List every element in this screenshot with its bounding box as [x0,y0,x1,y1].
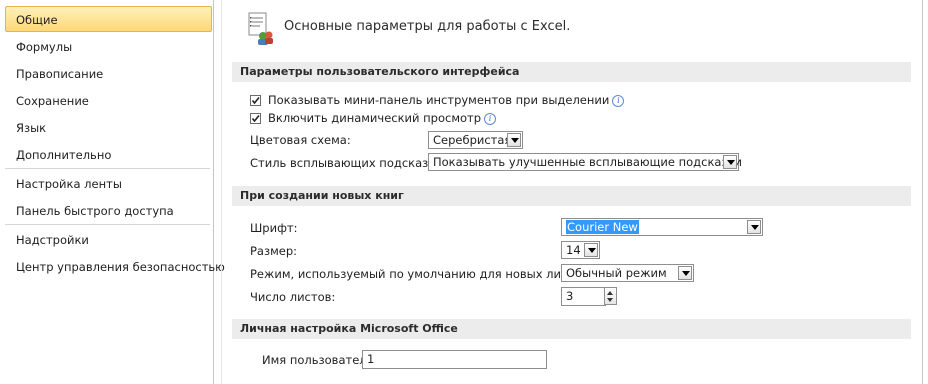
size-label: Размер: [250,244,298,258]
font-label: Шрифт: [250,221,298,235]
sidebar-item-customize-ribbon[interactable]: Настройка ленты [16,174,122,194]
live-preview-label: Включить динамический просмотр [268,111,482,125]
sheets-count-stepper[interactable] [604,287,617,305]
info-icon[interactable]: i [612,95,625,107]
size-value: 14 [566,243,581,257]
sidebar-item-advanced[interactable]: Дополнительно [16,145,111,165]
sidebar-divider [5,168,210,169]
sheets-count-label: Число листов: [250,290,336,304]
mini-toolbar-checkbox[interactable] [250,95,261,106]
sidebar-item-save[interactable]: Сохранение [16,91,89,111]
section-header-ui-options: Параметры пользовательского интерфейса [232,62,911,82]
options-sidebar: Общие Формулы Правописание Сохранение Яз… [0,0,225,384]
live-preview-option[interactable]: Включить динамический просмотр i [268,111,497,125]
font-value: Courier New [566,220,639,234]
tooltip-style-label: Стиль всплывающих подсказок: [250,156,447,170]
chevron-down-icon[interactable] [747,220,761,234]
chevron-down-icon[interactable] [584,243,598,257]
chevron-down-icon[interactable] [678,266,692,280]
sheets-count-input[interactable]: 3 [561,287,606,306]
live-preview-checkbox[interactable] [250,113,261,124]
mini-toolbar-option[interactable]: Показывать мини-панель инструментов при … [268,93,625,107]
chevron-down-icon[interactable] [507,133,521,147]
view-mode-value: Обычный режим [566,266,667,280]
color-scheme-label: Цветовая схема: [250,133,351,147]
options-document-icon [248,12,274,46]
tooltip-style-value: Показывать улучшенные всплывающие подска… [433,155,742,169]
sidebar-divider [5,224,210,225]
sidebar-item-general[interactable]: Общие [5,6,212,32]
font-select[interactable]: Courier New [561,218,763,236]
view-mode-select[interactable]: Обычный режим [561,264,694,282]
section-header-new-workbooks: При создании новых книг [232,186,911,206]
section-header-personalize-office: Личная настройка Microsoft Office [232,319,911,339]
stepper-up-icon[interactable] [607,291,613,295]
mini-toolbar-label: Показывать мини-панель инструментов при … [268,93,610,107]
tooltip-style-select[interactable]: Показывать улучшенные всплывающие подска… [428,153,742,171]
sidebar-item-trust-center[interactable]: Центр управления безопасностью [16,257,225,277]
sidebar-item-proofing[interactable]: Правописание [16,64,103,84]
page-title: Основные параметры для работы с Excel. [284,19,571,34]
chevron-down-icon[interactable] [723,155,737,169]
size-select[interactable]: 14 [561,241,600,259]
color-scheme-select[interactable]: Серебристая [428,131,523,149]
sidebar-item-add-ins[interactable]: Надстройки [16,230,89,250]
view-mode-label: Режим, используемый по умолчанию для нов… [250,267,592,281]
color-scheme-value: Серебристая [433,133,512,147]
sidebar-item-formulas[interactable]: Формулы [16,37,72,57]
sidebar-item-quick-access-toolbar[interactable]: Панель быстрого доступа [16,201,174,221]
sidebar-item-language[interactable]: Язык [16,118,46,138]
stepper-down-icon[interactable] [607,298,613,302]
panel-border [922,0,923,384]
info-icon[interactable]: i [484,113,497,125]
username-label: Имя пользователя: [262,353,378,367]
username-input[interactable]: 1 [362,350,547,369]
